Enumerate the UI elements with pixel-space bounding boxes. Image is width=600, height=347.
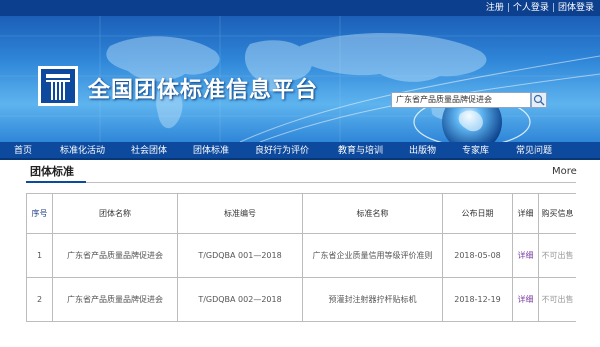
header-publish-date: 公布日期 bbox=[442, 193, 513, 234]
header-group-name: 团体名称 bbox=[52, 193, 178, 234]
section-title: 团体标准 bbox=[30, 165, 74, 178]
nav-groups[interactable]: 社会团体 bbox=[131, 145, 167, 157]
table-row: 1 广东省产品质量品牌促进会 T/GDQBA 001—2018 广东省企业质量信… bbox=[26, 233, 576, 278]
cell-group-name: 广东省产品质量品牌促进会 bbox=[52, 233, 178, 278]
nav-publications[interactable]: 出版物 bbox=[409, 145, 436, 157]
cell-standard-code: T/GDQBA 001—2018 bbox=[177, 233, 303, 278]
search-icon bbox=[533, 94, 545, 106]
cell-standard-name: 预灌封注射器拧杆贴标机 bbox=[302, 277, 443, 322]
nav-home[interactable]: 首页 bbox=[14, 145, 32, 157]
nav-standards[interactable]: 团体标准 bbox=[193, 145, 229, 157]
cell-seq: 1 bbox=[26, 233, 53, 278]
standards-table: 序号 团体名称 标准编号 标准名称 公布日期 详细 购买信息 1 广东省产品质量… bbox=[26, 193, 576, 347]
divider: | bbox=[551, 3, 555, 13]
header-standard-code: 标准编号 bbox=[177, 193, 303, 234]
personal-login-link[interactable]: 个人登录 bbox=[513, 3, 549, 13]
account-links: 注册 | 个人登录 | 团体登录 bbox=[486, 2, 594, 14]
nav-faq[interactable]: 常见问题 bbox=[516, 145, 552, 157]
detail-link[interactable]: 详细 bbox=[512, 277, 539, 322]
group-login-link[interactable]: 团体登录 bbox=[558, 3, 594, 13]
more-link[interactable]: More bbox=[552, 166, 577, 178]
header-purchase: 购买信息 bbox=[538, 193, 576, 234]
divider: | bbox=[506, 3, 510, 13]
logo-icon[interactable] bbox=[38, 66, 78, 106]
main-nav: 首页 标准化活动 社会团体 团体标准 良好行为评价 教育与培训 出版物 专家库 … bbox=[0, 142, 600, 160]
globe-graphic bbox=[413, 92, 531, 142]
search-button[interactable] bbox=[531, 92, 547, 108]
cell-standard-code: T/GDQBA 002—2018 bbox=[177, 277, 303, 322]
section-underline bbox=[26, 181, 86, 183]
header-seq: 序号 bbox=[26, 193, 53, 234]
cell-publish-date: 2018-12-19 bbox=[442, 277, 513, 322]
register-link[interactable]: 注册 bbox=[486, 3, 504, 13]
section-divider bbox=[26, 182, 576, 183]
nav-evaluation[interactable]: 良好行为评价 bbox=[255, 145, 309, 157]
table-header-row: 序号 团体名称 标准编号 标准名称 公布日期 详细 购买信息 bbox=[26, 193, 576, 234]
header-standard-name: 标准名称 bbox=[302, 193, 443, 234]
cell-publish-date: 2018-05-08 bbox=[442, 233, 513, 278]
detail-link[interactable]: 详细 bbox=[512, 233, 539, 278]
table-row: 2 广东省产品质量品牌促进会 T/GDQBA 002—2018 预灌封注射器拧杆… bbox=[26, 277, 576, 322]
header-banner: 全国团体标准信息平台 广东省产品质量品牌促进会 bbox=[0, 16, 600, 142]
cell-standard-name: 广东省企业质量信用等级评价准则 bbox=[302, 233, 443, 278]
header-detail: 详细 bbox=[512, 193, 539, 234]
top-bar: 注册 | 个人登录 | 团体登录 bbox=[0, 0, 600, 16]
cell-group-name: 广东省产品质量品牌促进会 bbox=[52, 277, 178, 322]
site-title: 全国团体标准信息平台 bbox=[88, 78, 319, 103]
cell-seq: 2 bbox=[26, 277, 53, 322]
search-input[interactable]: 广东省产品质量品牌促进会 bbox=[391, 92, 531, 108]
nav-activities[interactable]: 标准化活动 bbox=[60, 145, 105, 157]
nav-experts[interactable]: 专家库 bbox=[462, 145, 489, 157]
cell-purchase: 不可出售 bbox=[538, 277, 576, 322]
cell-purchase: 不可出售 bbox=[538, 233, 576, 278]
nav-training[interactable]: 教育与培训 bbox=[338, 145, 383, 157]
